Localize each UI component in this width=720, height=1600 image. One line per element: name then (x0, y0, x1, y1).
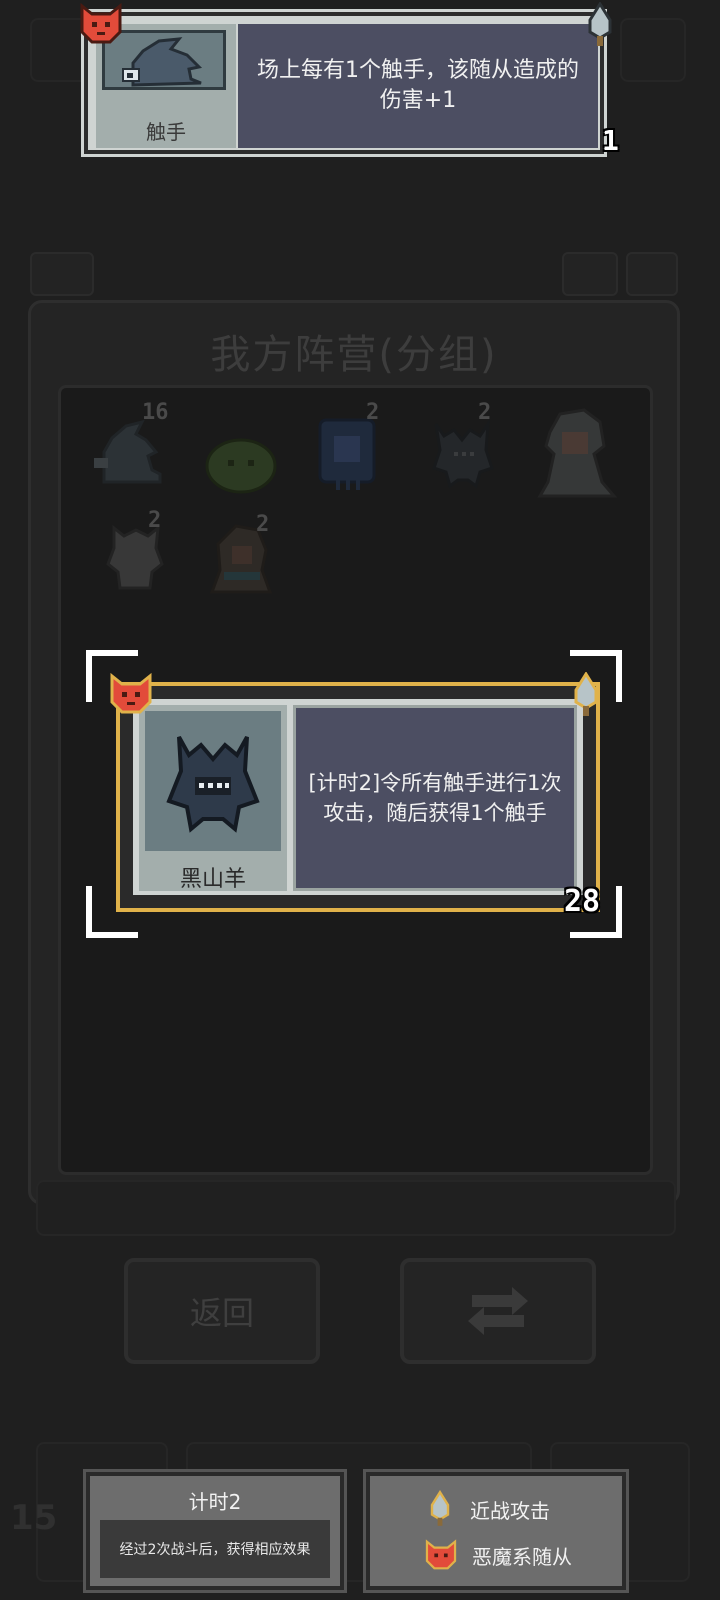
roster-count-totem: 2 (366, 400, 380, 425)
roster-count-imp: 2 (148, 508, 162, 533)
roster-count-tentacle: 16 (142, 400, 169, 425)
melee-badge-icon (430, 1490, 450, 1526)
roster-unit-imp[interactable] (96, 512, 174, 598)
ghost-bar (36, 1180, 676, 1236)
legend-panel: 近战攻击 恶魔系随从 (366, 1472, 626, 1590)
card-demon-badge (108, 672, 154, 720)
keyword-panel: 计时2 经过2次战斗后，获得相应效果 (86, 1472, 344, 1590)
tooltip-unit-name: 触手 (146, 120, 186, 144)
swap-arrows-icon (468, 1287, 528, 1335)
demon-badge-icon (80, 2, 122, 44)
card-unit-name: 黑山羊 (179, 867, 246, 892)
back-button[interactable]: 返回 (124, 1258, 320, 1364)
ghost-tab-right (620, 18, 686, 82)
roster-count-goat: 2 (478, 400, 492, 425)
roster-panel-title: 我方阵营(分组) (210, 332, 498, 378)
black-goat-card-face: 黑山羊 [计时2]令所有触手进行1次攻击，随后获得1个触手 (130, 696, 586, 898)
tentacle-tooltip-card: 触手 场上每有1个触手，该随从造成的伤害+1 (84, 12, 604, 154)
roster-unit-slime[interactable] (202, 420, 280, 506)
back-button-label: 返回 (189, 1294, 254, 1332)
legend-row-demon: 恶魔系随从 (424, 1538, 572, 1572)
green-slime-icon (205, 438, 277, 494)
card-stat: 28 (564, 884, 601, 919)
legend-melee-label: 近战攻击 (470, 1498, 550, 1523)
keyword-body: 经过2次战斗后，获得相应效果 (100, 1520, 330, 1578)
roster-unit-hero[interactable] (530, 402, 620, 506)
melee-badge-icon (588, 1, 612, 46)
swap-button[interactable] (400, 1258, 596, 1364)
melee-badge-icon (574, 671, 598, 716)
ghost-tab-b (562, 252, 618, 296)
white-haired-hero-icon (537, 408, 618, 498)
demon-badge-icon (110, 672, 152, 714)
legend-demon-label: 恶魔系随从 (472, 1544, 572, 1569)
card-portrait-image (145, 711, 281, 851)
tooltip-stat: 1 (602, 124, 619, 157)
tooltip-description: 场上每有1个触手，该随从造成的伤害+1 (238, 24, 598, 148)
keyword-title: 计时2 (188, 1490, 242, 1514)
card-portrait: 黑山羊 (139, 705, 287, 892)
legend-row-melee: 近战攻击 (424, 1490, 550, 1528)
card-melee-badge (566, 671, 606, 722)
tooltip-demon-badge (78, 2, 124, 50)
roster-count-mage: 2 (256, 512, 270, 537)
tooltip-melee-badge (580, 1, 620, 52)
demon-badge-icon (425, 1539, 457, 1570)
corner-number: 15 (10, 1498, 58, 1538)
black-goat-card[interactable]: 黑山羊 [计时2]令所有触手进行1次攻击，随后获得1个触手 (116, 682, 600, 912)
black-goat-icon (166, 736, 260, 833)
card-description: [计时2]令所有触手进行1次攻击，随后获得1个触手 (293, 705, 577, 891)
ghost-tab-c (626, 252, 678, 296)
white-imp-icon (106, 524, 164, 590)
ghost-tab-a (30, 252, 94, 296)
